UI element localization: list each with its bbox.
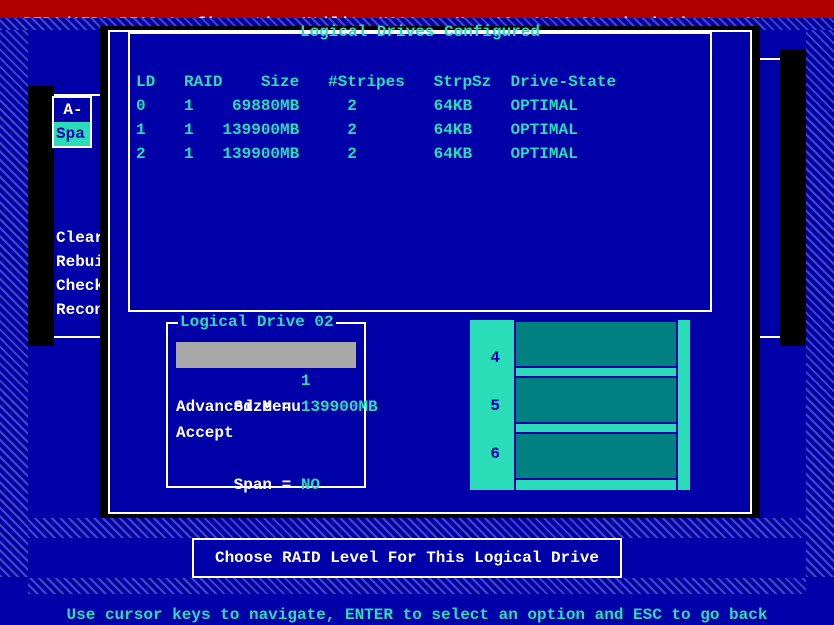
background-hatch: [28, 518, 806, 538]
raid-label: RAID =: [234, 372, 301, 390]
table-row[interactable]: 2 1 139900MB 2 64KB OPTIMAL: [136, 146, 704, 162]
help-bar: Choose RAID Level For This Logical Drive: [192, 538, 622, 578]
raid-level-field[interactable]: RAID = 1: [176, 342, 356, 368]
span-field[interactable]: Span = NO: [176, 446, 356, 472]
drive-grid-column: [514, 320, 678, 490]
span-value: NO: [301, 476, 320, 494]
logical-drive-02-box: Logical Drive 02 RAID = 1 Size = 139900M…: [166, 322, 366, 488]
shadow: [28, 86, 54, 346]
table-row[interactable]: 0 1 69880MB 2 64KB OPTIMAL: [136, 98, 704, 114]
logical-drives-title: Logical Drives Configured: [130, 24, 710, 40]
adapter-mini-box: A- Spa: [52, 96, 92, 148]
adapter-label: A-: [54, 98, 90, 122]
background-hatch: [28, 578, 806, 594]
table-row[interactable]: 1 1 139900MB 2 64KB OPTIMAL: [136, 122, 704, 138]
footer-hint: Use cursor keys to navigate, ENTER to se…: [0, 607, 834, 625]
shadow: [780, 50, 806, 346]
accept-item[interactable]: Accept: [176, 420, 356, 446]
span-label: Span =: [234, 476, 301, 494]
drive-slot-label: 6: [480, 446, 500, 462]
table-header: LD RAID Size #Stripes StrpSz Drive-State: [136, 74, 704, 90]
drive-slot[interactable]: [516, 376, 676, 424]
logical-drive-02-title: Logical Drive 02: [178, 314, 336, 330]
logical-drives-box: Logical Drives Configured LD RAID Size #…: [128, 32, 712, 312]
drive-slot[interactable]: [516, 320, 676, 368]
background-hatch: [806, 30, 834, 577]
title-bar: PERC/CERC BIOS Configuration Utility U82…: [0, 0, 834, 18]
drive-slot[interactable]: [516, 432, 676, 480]
drive-grid: 4 5 6: [470, 320, 690, 490]
help-text: Choose RAID Level For This Logical Drive: [215, 549, 599, 567]
size-value: 139900MB: [301, 398, 378, 416]
raid-value: 1: [301, 372, 311, 390]
drive-slot-label: 5: [480, 398, 500, 414]
background-hatch: [0, 30, 28, 577]
drive-slot-label: 4: [480, 350, 500, 366]
menu-item-span-selected[interactable]: Spa: [54, 122, 90, 146]
